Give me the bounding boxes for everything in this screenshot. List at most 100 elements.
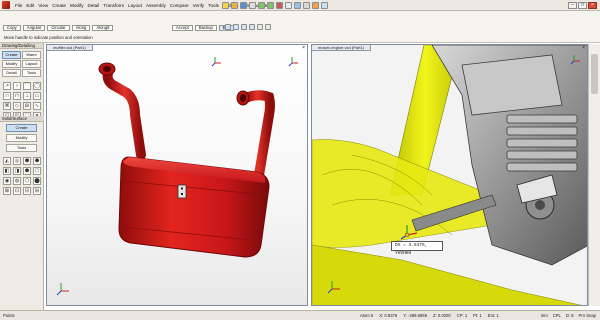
engine-viewport-tab[interactable]: mower-engine.vcd (Part1): [312, 45, 372, 51]
tab-tools[interactable]: Tools: [22, 69, 41, 77]
view-side-icon[interactable]: [241, 24, 247, 30]
muffler-viewport[interactable]: muffler.vcd (Part1) ×: [46, 44, 308, 306]
circular-button[interactable]: Circular: [47, 25, 70, 31]
menu-tools[interactable]: Tools: [206, 3, 221, 8]
trim-tool-icon[interactable]: ⊡: [13, 187, 21, 195]
redo-icon[interactable]: [267, 2, 274, 9]
tab-warm[interactable]: Warm: [22, 51, 41, 59]
shell-tool-icon[interactable]: ◧: [3, 167, 11, 175]
close-icon[interactable]: ×: [302, 45, 305, 51]
extrude-tool-icon[interactable]: ◭: [3, 157, 11, 165]
undo-icon[interactable]: [258, 2, 265, 9]
pattern-tool-icon[interactable]: ⬠: [33, 167, 41, 175]
minimize-button[interactable]: –: [568, 1, 577, 9]
prism-tool-icon[interactable]: ⬡: [23, 177, 31, 185]
menu-view[interactable]: View: [36, 3, 50, 8]
point-tool-icon[interactable]: ⌘: [3, 102, 11, 110]
scrollbar-thumb[interactable]: [591, 54, 598, 94]
menu-transform[interactable]: Transform: [101, 3, 126, 8]
delete-icon[interactable]: [276, 2, 283, 9]
save-icon[interactable]: [240, 2, 247, 9]
menu-layout[interactable]: Layout: [126, 3, 144, 8]
draft-tool-icon[interactable]: ◨: [13, 167, 21, 175]
zoom-icon[interactable]: [285, 2, 292, 9]
left-pipe-hole: [103, 66, 111, 72]
menu-verify[interactable]: Verify: [191, 3, 207, 8]
torus-tool-icon[interactable]: ⬤: [33, 177, 41, 185]
along6-button[interactable]: Along6: [92, 25, 114, 31]
arc-tool-icon[interactable]: ⌒: [23, 82, 31, 90]
tab-modify[interactable]: Modify: [2, 60, 21, 68]
accept-button[interactable]: Accept: [172, 25, 193, 31]
status-snap[interactable]: Pro Snap: [579, 313, 596, 318]
view-cube-icon[interactable]: [294, 2, 301, 9]
status-mode: Points: [3, 313, 15, 318]
line-tool-icon[interactable]: ↗: [3, 82, 11, 90]
menu-modify[interactable]: Modify: [68, 3, 86, 8]
fit-view-icon[interactable]: [257, 24, 263, 30]
circle-tool-icon[interactable]: ○: [13, 82, 21, 90]
rotate-view-icon[interactable]: [265, 24, 271, 30]
tab-detail[interactable]: Detail: [2, 69, 21, 77]
dimension-readout[interactable]: DX = 3.5475, YHVHHH: [391, 241, 443, 256]
solid-panel-tabs: Create Modify Tools: [0, 122, 44, 154]
flywheel-hub: [535, 200, 545, 210]
backup-button[interactable]: Backup: [194, 25, 217, 31]
solid-tab-create[interactable]: Create: [6, 124, 37, 132]
menu-assembly[interactable]: Assembly: [144, 3, 168, 8]
maximize-button[interactable]: □: [578, 1, 587, 9]
print-icon[interactable]: [249, 2, 256, 9]
solid-tab-tools[interactable]: Tools: [6, 144, 37, 152]
split-tool-icon[interactable]: ⊠: [3, 187, 11, 195]
main-toolbar: [222, 1, 328, 10]
perpendicular-tool-icon[interactable]: ⊥: [23, 92, 31, 100]
render-icon[interactable]: [312, 2, 319, 9]
stitch-tool-icon[interactable]: ⊞: [33, 187, 41, 195]
sweep-tool-icon[interactable]: ⬢: [23, 157, 31, 165]
muffler-viewport-tab[interactable]: muffler.vcd (Part1): [47, 45, 93, 51]
spline-tool-icon[interactable]: ∿: [33, 102, 41, 110]
tab-create[interactable]: Create: [2, 51, 21, 59]
polyline-tool-icon[interactable]: ⊓: [13, 92, 21, 100]
boolean-tool-icon[interactable]: ⬟: [23, 167, 31, 175]
status-atom: Atom 5: [360, 313, 374, 318]
status-pt: Pt: 1: [473, 313, 482, 318]
polygon-tool-icon[interactable]: ◇: [13, 102, 21, 110]
status-depth[interactable]: D: 8: [566, 313, 574, 318]
view-iso-icon[interactable]: [249, 24, 255, 30]
rectangle-tool-icon[interactable]: □: [3, 92, 11, 100]
ellipse-tool-icon[interactable]: ◯: [33, 82, 41, 90]
shade-icon[interactable]: [321, 2, 328, 9]
right-tool-strip[interactable]: [588, 44, 600, 306]
close-icon[interactable]: ×: [582, 45, 585, 51]
menu-file[interactable]: File: [13, 3, 24, 8]
new-file-icon[interactable]: [222, 2, 229, 9]
menu-compare[interactable]: Compare: [168, 3, 191, 8]
menu-detail[interactable]: Detail: [86, 3, 102, 8]
menu-edit[interactable]: Edit: [24, 3, 36, 8]
status-units[interactable]: mm: [541, 313, 548, 318]
menu-create[interactable]: Create: [50, 3, 68, 8]
tab-layout[interactable]: Layout: [22, 60, 41, 68]
view-top-icon[interactable]: [233, 24, 239, 30]
engine-viewport[interactable]: mower-engine.vcd (Part1) × DX = 3.5475, …: [311, 44, 588, 306]
grid-tool-icon[interactable]: ⊞: [23, 102, 31, 110]
along-button[interactable]: Along: [71, 25, 91, 31]
revolve-tool-icon[interactable]: ◎: [13, 157, 21, 165]
layer-icon[interactable]: [303, 2, 310, 9]
loft-tool-icon[interactable]: ⬣: [33, 157, 41, 165]
status-cpl[interactable]: CPL: [553, 313, 561, 318]
window-controls: – □ ×: [568, 1, 597, 9]
angular-button[interactable]: Angular: [22, 25, 46, 31]
slot-tool-icon[interactable]: ▭: [33, 92, 41, 100]
view-front-icon[interactable]: [225, 24, 231, 30]
copy-button[interactable]: Copy: [3, 25, 21, 31]
close-button[interactable]: ×: [588, 1, 597, 9]
muffler-model[interactable]: [47, 45, 308, 306]
engine-model[interactable]: [312, 45, 588, 306]
sphere-tool-icon[interactable]: ◉: [3, 177, 11, 185]
cylinder-tool-icon[interactable]: ◍: [13, 177, 21, 185]
remove-face-tool-icon[interactable]: ⊟: [23, 187, 31, 195]
solid-tab-modify[interactable]: Modify: [6, 134, 37, 142]
open-folder-icon[interactable]: [231, 2, 238, 9]
